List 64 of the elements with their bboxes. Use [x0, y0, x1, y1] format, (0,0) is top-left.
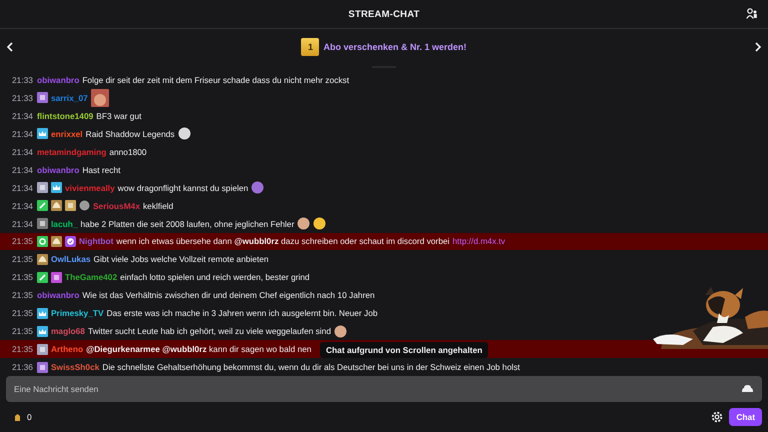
username[interactable]: Nightbot [78, 236, 114, 246]
message-time: 21:34 [12, 182, 33, 193]
message-time: 21:34 [12, 128, 33, 139]
message-text: keklfield [142, 200, 174, 211]
users-icon[interactable] [746, 8, 758, 19]
message-link[interactable]: http://d.m4x.tv [452, 236, 506, 246]
username[interactable]: SwissSh0ck [50, 362, 100, 372]
message-text: BF3 war gut [96, 110, 142, 121]
username[interactable]: OwlLukas [50, 254, 91, 264]
message-time: 21:34 [12, 200, 33, 211]
chevron-right-icon[interactable] [754, 42, 762, 52]
message-text: habe 2 Platten die seit 2008 laufen, ohne jeglichen Fehler [80, 218, 294, 229]
message-time: 21:33 [12, 92, 33, 103]
username[interactable]: metamindgaming [36, 146, 106, 157]
message-text: Die schnellste Gehaltserhöhung bekommst du, wenn du dir als Deutscher bei uns in der Schweiz einen Job holst [102, 362, 520, 372]
username[interactable]: obiwanbro [36, 164, 80, 175]
emote-picker-icon[interactable] [741, 384, 754, 394]
message-input[interactable]: Eine Nachricht senden [6, 376, 762, 402]
message-text: Wie ist das Verhältnis zwischen dir und deinem Chef eigentlich nach 10 Jahren [82, 290, 375, 300]
points-icon[interactable] [14, 412, 21, 422]
username[interactable]: TheGame402 [64, 272, 118, 282]
chevron-left-icon[interactable] [6, 42, 14, 52]
message-time: 21:35 [12, 308, 33, 318]
message-time: 21:35 [12, 290, 33, 300]
message-time: 21:36 [12, 362, 33, 372]
message-text: einfach lotto spielen und reich werden, bester grind [120, 272, 310, 282]
chat-button[interactable]: Chat [729, 408, 762, 426]
message-time: 21:34 [12, 110, 33, 121]
message-time: 21:33 [12, 74, 33, 85]
username[interactable]: enrixxel [50, 128, 83, 139]
message-time: 21:35 [12, 236, 33, 246]
username[interactable]: sarrix_07 [50, 92, 88, 103]
username[interactable]: flintstone1409 [36, 110, 94, 121]
message-text: @Diegurkenarmee @wubbl0rz kann dir sagen wo bald nen [86, 344, 312, 354]
settings-icon[interactable] [711, 411, 724, 423]
message-time: 21:35 [12, 272, 33, 282]
paused-notice[interactable]: Chat aufgrund von Scrollen angehalten [320, 342, 488, 358]
message-text: wow dragonflight kannst du spielen [118, 182, 248, 193]
message-text: wenn ich etwas übersehe dann @wubbl0rz dazu schreiben oder schaut im discord vorbei [116, 236, 450, 246]
gift-icon: 1 [301, 38, 320, 56]
username[interactable]: vivienmeally [64, 182, 115, 193]
message-text: Twitter sucht Leute hab ich gehört, weil zu viele weggelaufen sind [88, 326, 331, 336]
message-time: 21:34 [12, 146, 33, 157]
username[interactable]: obiwanbro [36, 74, 80, 85]
message-time: 21:34 [12, 218, 33, 229]
points-count: 0 [27, 412, 32, 422]
message-text: Gibt viele Jobs welche Vollzeit remote anbieten [94, 254, 269, 264]
username[interactable]: maglo68 [50, 326, 85, 336]
username[interactable]: SeriousM4x [92, 200, 140, 211]
message-time: 21:35 [12, 254, 33, 264]
message-text: Raid Shaddow Legends [86, 128, 175, 139]
window-title: STREAM-CHAT [348, 8, 420, 20]
message-time: 21:35 [12, 326, 33, 336]
username[interactable]: lacuh_ [50, 218, 78, 229]
username[interactable]: Primesky_TV [50, 308, 104, 318]
banner-text[interactable]: Abo verschenken & Nr. 1 werden! [323, 42, 467, 52]
message-time: 21:34 [12, 164, 33, 175]
username[interactable]: obiwanbro [36, 290, 80, 300]
message-text: anno1800 [109, 146, 147, 157]
message-time: 21:35 [12, 344, 33, 354]
message-text: Hast recht [82, 164, 120, 175]
message-text: Das erste was ich mache in 3 Jahren wenn ich ausgelernt bin. Neuer Job [106, 308, 378, 318]
message-text: Folge dir seit der zeit mit dem Friseur schade dass du nicht mehr zockst [82, 74, 350, 85]
username[interactable]: Artheno [50, 344, 84, 354]
